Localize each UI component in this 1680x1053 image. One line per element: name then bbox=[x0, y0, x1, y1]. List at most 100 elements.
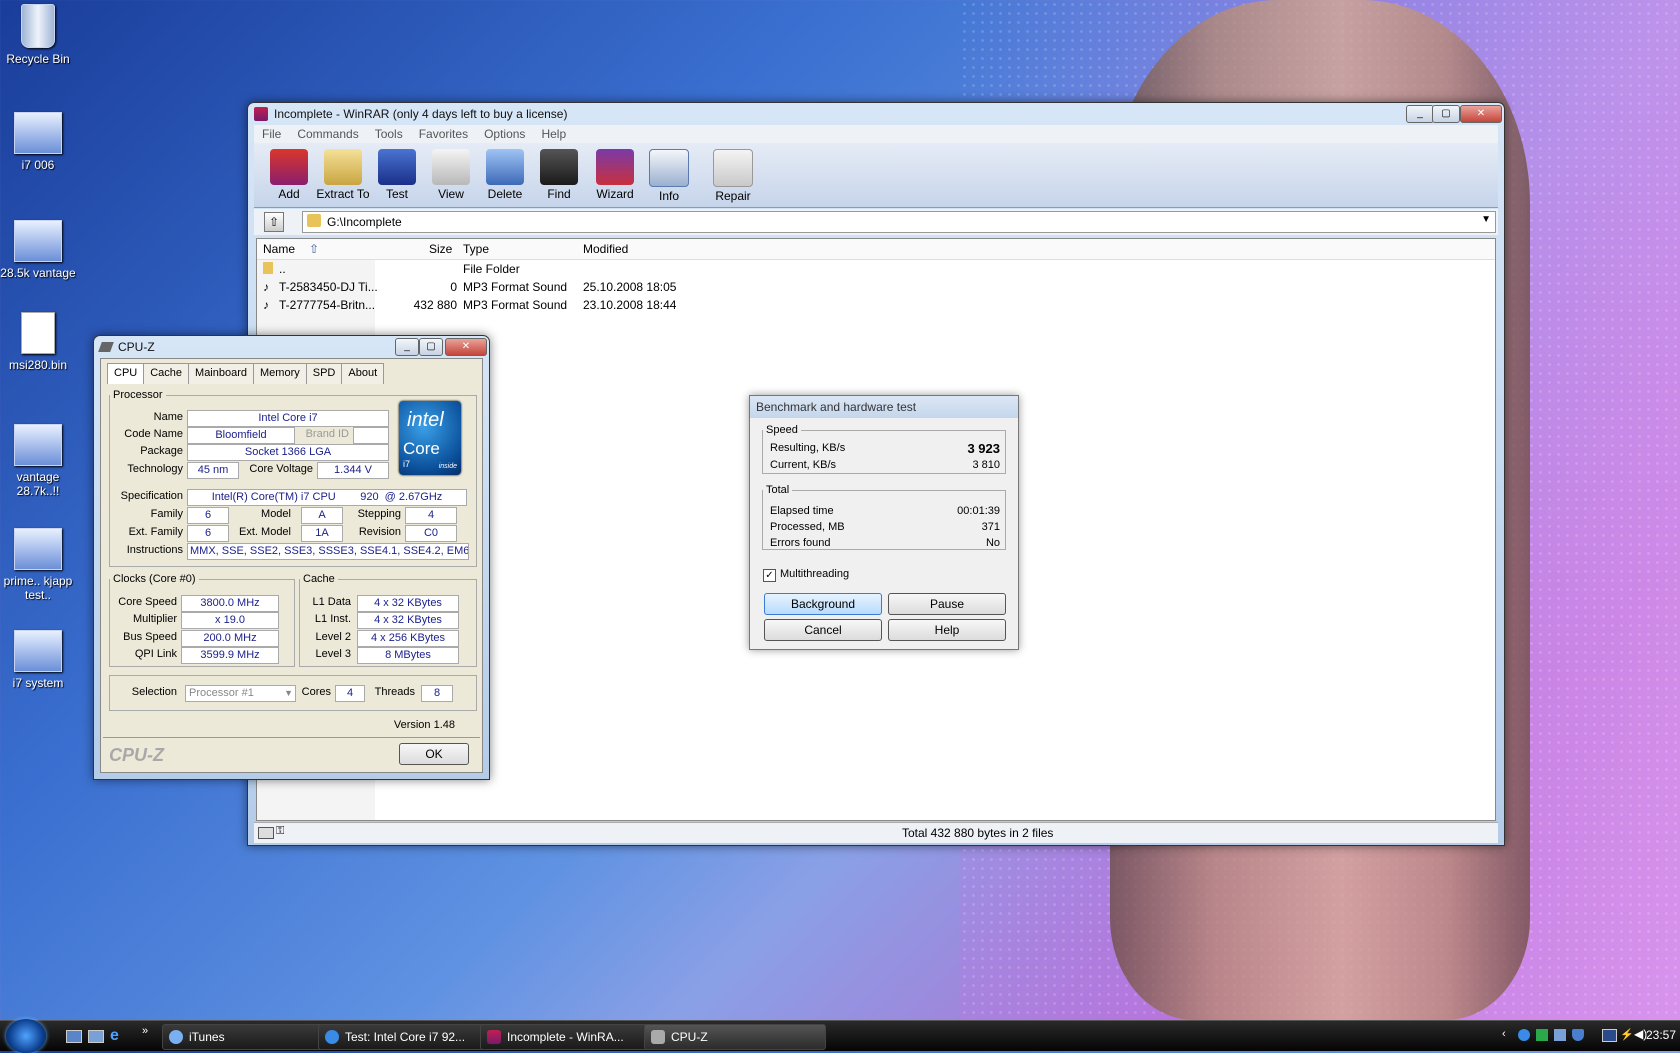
maximize-button[interactable]: ▢ bbox=[1432, 105, 1460, 123]
menu-help[interactable]: Help bbox=[533, 125, 574, 143]
column-name[interactable]: Name bbox=[263, 242, 295, 256]
file-row[interactable]: ♪ T-2583450-DJ Ti... 0 MP3 Format Sound … bbox=[257, 278, 1495, 296]
busspeed-label: Bus Speed bbox=[123, 631, 177, 643]
processor-select[interactable]: Processor #1 ▼ bbox=[185, 685, 296, 702]
technology-value: 45 nm bbox=[187, 462, 239, 479]
image-file-icon bbox=[14, 630, 62, 672]
wizard-button[interactable]: Wizard bbox=[588, 149, 642, 201]
clocks-legend: Clocks (Core #0) bbox=[113, 573, 196, 585]
tab-cache[interactable]: Cache bbox=[143, 363, 190, 384]
desktop-icon-vantage-287[interactable]: vantage 28.7k..!! bbox=[0, 424, 76, 498]
intel-core-i7-logo: intel Core i7 inside bbox=[399, 401, 461, 475]
tray-safely-remove-icon[interactable] bbox=[1554, 1029, 1566, 1041]
taskbar-ie-test[interactable]: Test: Intel Core i7 92... bbox=[318, 1024, 498, 1050]
file-row[interactable]: .. File Folder bbox=[257, 260, 1495, 278]
selection-label: Selection bbox=[131, 686, 177, 698]
desktop-icon-recycle-bin[interactable]: Recycle Bin bbox=[0, 4, 76, 66]
l2-label: Level 2 bbox=[315, 631, 351, 643]
file-row[interactable]: ♪ T-2777754-Britn... 432 880 MP3 Format … bbox=[257, 296, 1495, 314]
menu-commands[interactable]: Commands bbox=[289, 125, 366, 143]
maximize-button[interactable]: ▢ bbox=[419, 338, 443, 356]
tray-monitor-icon[interactable] bbox=[1602, 1029, 1617, 1042]
processed-label: Processed, MB bbox=[770, 521, 845, 533]
start-button[interactable] bbox=[6, 1019, 46, 1053]
taskbar-cpuz[interactable]: CPU-Z bbox=[644, 1024, 826, 1050]
add-button[interactable]: Add bbox=[262, 149, 316, 201]
desktop-icon-28k-vantage[interactable]: 28.5k vantage bbox=[0, 220, 76, 280]
help-button[interactable]: Help bbox=[888, 619, 1006, 641]
delete-button[interactable]: Delete bbox=[478, 149, 532, 201]
cpuz-app-icon bbox=[651, 1030, 665, 1044]
l2-value: 4 x 256 KBytes bbox=[357, 630, 459, 647]
repair-button[interactable]: Repair bbox=[706, 149, 760, 203]
name-value: Intel Core i7 bbox=[187, 410, 389, 427]
multiplier-value: x 19.0 bbox=[181, 612, 279, 629]
internet-explorer-icon[interactable]: e bbox=[110, 1027, 119, 1045]
tab-spd[interactable]: SPD bbox=[305, 363, 343, 384]
file-name: .. bbox=[279, 262, 286, 276]
taskbar-itunes[interactable]: iTunes bbox=[162, 1024, 340, 1050]
cancel-button[interactable]: Cancel bbox=[764, 619, 882, 641]
menu-file[interactable]: File bbox=[254, 125, 289, 143]
desktop-icon-i7-system[interactable]: i7 system bbox=[0, 630, 76, 690]
menu-favorites[interactable]: Favorites bbox=[411, 125, 476, 143]
tray-network-icon[interactable] bbox=[1518, 1029, 1530, 1041]
benchmark-titlebar[interactable]: Benchmark and hardware test bbox=[750, 396, 1018, 418]
find-button[interactable]: Find bbox=[532, 149, 586, 201]
tab-about[interactable]: About bbox=[341, 363, 385, 384]
extract-label: Extract To bbox=[316, 187, 370, 201]
extract-to-button[interactable]: Extract To bbox=[316, 149, 370, 201]
path-field[interactable]: G:\Incomplete ▼ bbox=[302, 211, 1496, 233]
pause-button[interactable]: Pause bbox=[888, 593, 1006, 615]
menu-options[interactable]: Options bbox=[476, 125, 533, 143]
tab-cpu[interactable]: CPU bbox=[107, 363, 145, 384]
tab-memory[interactable]: Memory bbox=[253, 363, 307, 384]
close-button[interactable]: ✕ bbox=[445, 338, 487, 356]
ok-button[interactable]: OK bbox=[399, 743, 469, 765]
test-button[interactable]: Test bbox=[370, 149, 424, 201]
desktop-icon-msi280[interactable]: msi280.bin bbox=[0, 312, 76, 372]
technology-label: Technology bbox=[127, 463, 183, 475]
clock[interactable]: 23:57 bbox=[1646, 1028, 1676, 1042]
desktop-icon-prime[interactable]: prime.. kjapp test.. bbox=[0, 528, 76, 602]
extmodel-value: 1A bbox=[301, 525, 343, 542]
l1d-label: L1 Data bbox=[312, 596, 351, 608]
column-type[interactable]: Type bbox=[463, 242, 489, 256]
multithreading-checkbox[interactable]: ✓ bbox=[763, 569, 776, 582]
desktop-icon-i7-006[interactable]: i7 006 bbox=[0, 112, 76, 172]
info-button[interactable]: Info bbox=[642, 149, 696, 203]
desktop-icon-label: vantage 28.7k..!! bbox=[16, 470, 60, 498]
taskbar: e » iTunes Test: Intel Core i7 92... Inc… bbox=[0, 1019, 1680, 1053]
l1i-label: L1 Inst. bbox=[314, 613, 351, 625]
minimize-button[interactable]: _ bbox=[1406, 105, 1434, 123]
winrar-titlebar[interactable]: Incomplete - WinRAR (only 4 days left to… bbox=[248, 103, 1504, 125]
logo-product: Core bbox=[403, 439, 440, 458]
tray-app-icon[interactable] bbox=[1536, 1029, 1548, 1041]
first-aid-icon bbox=[713, 149, 753, 187]
tray-shield-icon[interactable] bbox=[1572, 1029, 1584, 1041]
taskbar-winrar[interactable]: Incomplete - WinRA... bbox=[480, 1024, 664, 1050]
quicklaunch-more-icon[interactable]: » bbox=[142, 1025, 148, 1037]
column-size[interactable]: Size bbox=[429, 242, 452, 256]
file-modified: 25.10.2008 18:05 bbox=[583, 280, 677, 294]
show-desktop-icon[interactable] bbox=[66, 1030, 82, 1043]
file-modified: 23.10.2008 18:44 bbox=[583, 298, 677, 312]
background-button[interactable]: Background bbox=[764, 593, 882, 615]
instructions-label: Instructions bbox=[126, 544, 183, 556]
drive-icon bbox=[258, 827, 274, 839]
tray-power-icon[interactable]: ⚡ bbox=[1620, 1028, 1634, 1041]
view-button[interactable]: View bbox=[424, 149, 478, 201]
switch-windows-icon[interactable] bbox=[88, 1030, 104, 1043]
test-book-icon bbox=[378, 149, 416, 185]
tab-mainboard[interactable]: Mainboard bbox=[188, 363, 255, 384]
add-label: Add bbox=[278, 187, 300, 201]
menu-tools[interactable]: Tools bbox=[367, 125, 411, 143]
close-button[interactable]: ✕ bbox=[1460, 105, 1502, 123]
chevron-down-icon[interactable]: ▼ bbox=[1481, 214, 1491, 225]
minimize-button[interactable]: _ bbox=[395, 338, 419, 356]
column-modified[interactable]: Modified bbox=[583, 242, 628, 256]
file-name: T-2777754-Britn... bbox=[279, 298, 376, 312]
tray-arrow-icon[interactable]: ‹ bbox=[1502, 1028, 1506, 1040]
up-folder-icon[interactable]: ⇧ bbox=[264, 212, 284, 232]
package-label: Package bbox=[140, 445, 183, 457]
